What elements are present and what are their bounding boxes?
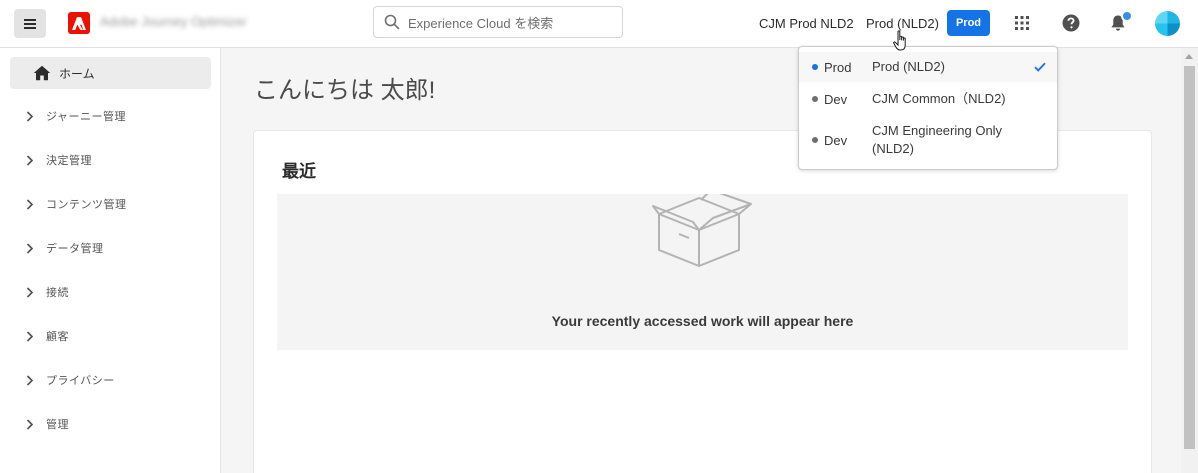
- sidebar-item-privacy[interactable]: プライバシー: [26, 368, 216, 392]
- sandbox-switcher[interactable]: Prod (NLD2): [866, 16, 939, 31]
- sandbox-option-type: Dev: [824, 132, 848, 148]
- chevron-right-icon: [26, 154, 34, 166]
- adobe-logo-icon[interactable]: [68, 12, 90, 34]
- sandbox-option-type: Dev: [824, 91, 848, 107]
- chevron-right-icon: [26, 418, 34, 430]
- sidebar-item-label: コンテンツ管理: [46, 199, 127, 211]
- empty-state-message: Your recently accessed work will appear …: [551, 313, 854, 329]
- sandbox-badge[interactable]: Prod: [947, 10, 990, 36]
- checkmark-icon: [1034, 62, 1046, 72]
- avatar[interactable]: [1155, 11, 1180, 36]
- sidebar-item-label: データ管理: [46, 243, 104, 255]
- top-bar: Adobe Journey Optimizer Experience Cloud…: [0, 0, 1198, 48]
- sidebar-item-home[interactable]: ホーム: [10, 57, 211, 89]
- search-icon: [384, 14, 400, 30]
- sidebar-item-journey-management[interactable]: ジャーニー管理: [26, 104, 216, 128]
- sidebar-item-data-management[interactable]: データ管理: [26, 236, 216, 260]
- chevron-right-icon: [26, 242, 34, 254]
- sidebar-item-connections[interactable]: 接続: [26, 280, 216, 304]
- menu-icon: [24, 18, 36, 29]
- sandbox-option-cjm-common[interactable]: Dev CJM Common（NLD2): [799, 83, 1057, 115]
- apps-grid-icon: [1015, 16, 1029, 30]
- chevron-right-icon: [26, 286, 34, 298]
- search-input[interactable]: Experience Cloud を検索: [373, 6, 623, 38]
- sandbox-status-dot: [812, 96, 818, 102]
- empty-box-icon: [652, 194, 752, 267]
- sidebar-item-label: ジャーニー管理: [46, 111, 126, 123]
- sandbox-option-name: CJM Common（NLD2): [872, 91, 1006, 106]
- sidebar-item-label: 管理: [46, 419, 69, 431]
- sidebar: ホーム ジャーニー管理 決定管理 コンテンツ管理 データ管理 接続 顧客 プライ…: [0, 48, 221, 473]
- sandbox-dropdown: Prod Prod (NLD2) Dev CJM Common（NLD2) De…: [798, 46, 1058, 170]
- chevron-right-icon: [26, 330, 34, 342]
- empty-state: Your recently accessed work will appear …: [277, 194, 1128, 350]
- notification-badge: [1121, 10, 1133, 22]
- hand-cursor-icon: [893, 30, 906, 51]
- sidebar-item-administration[interactable]: 管理: [26, 412, 216, 436]
- chevron-right-icon: [26, 374, 34, 386]
- search-placeholder: Experience Cloud を検索: [408, 15, 554, 31]
- sandbox-status-dot: [812, 64, 818, 70]
- sandbox-option-name: CJM Engineering Only (NLD2): [872, 123, 1003, 156]
- scroll-up-arrow-icon[interactable]: [1185, 54, 1193, 59]
- org-switcher[interactable]: CJM Prod NLD2: [759, 16, 854, 31]
- menu-button[interactable]: [14, 9, 46, 38]
- app-name[interactable]: Adobe Journey Optimizer: [100, 14, 247, 29]
- sidebar-item-label: ホーム: [59, 66, 95, 81]
- apps-button[interactable]: [1011, 12, 1033, 34]
- home-icon: [33, 65, 51, 81]
- sandbox-option-type: Prod: [824, 59, 852, 75]
- sidebar-item-label: 決定管理: [46, 155, 92, 167]
- sandbox-option-cjm-engineering[interactable]: Dev CJM Engineering Only (NLD2): [799, 117, 1057, 163]
- sidebar-item-customers[interactable]: 顧客: [26, 324, 216, 348]
- scrollbar[interactable]: [1181, 48, 1198, 473]
- help-icon: [1062, 14, 1080, 32]
- sidebar-item-label: プライバシー: [46, 375, 115, 387]
- sidebar-item-label: 顧客: [46, 331, 69, 343]
- chevron-right-icon: [26, 110, 34, 122]
- sidebar-item-label: 接続: [46, 287, 69, 299]
- sidebar-item-decision-management[interactable]: 決定管理: [26, 148, 216, 172]
- chevron-right-icon: [26, 198, 34, 210]
- sandbox-option-prod-nld2[interactable]: Prod Prod (NLD2): [799, 52, 1057, 82]
- sandbox-option-name: Prod (NLD2): [872, 59, 945, 74]
- recent-card: 最近 Your recently accessed work will appe…: [253, 130, 1152, 473]
- sidebar-item-content-management[interactable]: コンテンツ管理: [26, 192, 216, 216]
- help-button[interactable]: [1060, 12, 1082, 34]
- scroll-thumb[interactable]: [1184, 66, 1195, 449]
- sandbox-status-dot: [812, 137, 818, 143]
- recent-title: 最近: [282, 162, 316, 181]
- page-title: こんにちは 太郎!: [254, 77, 436, 104]
